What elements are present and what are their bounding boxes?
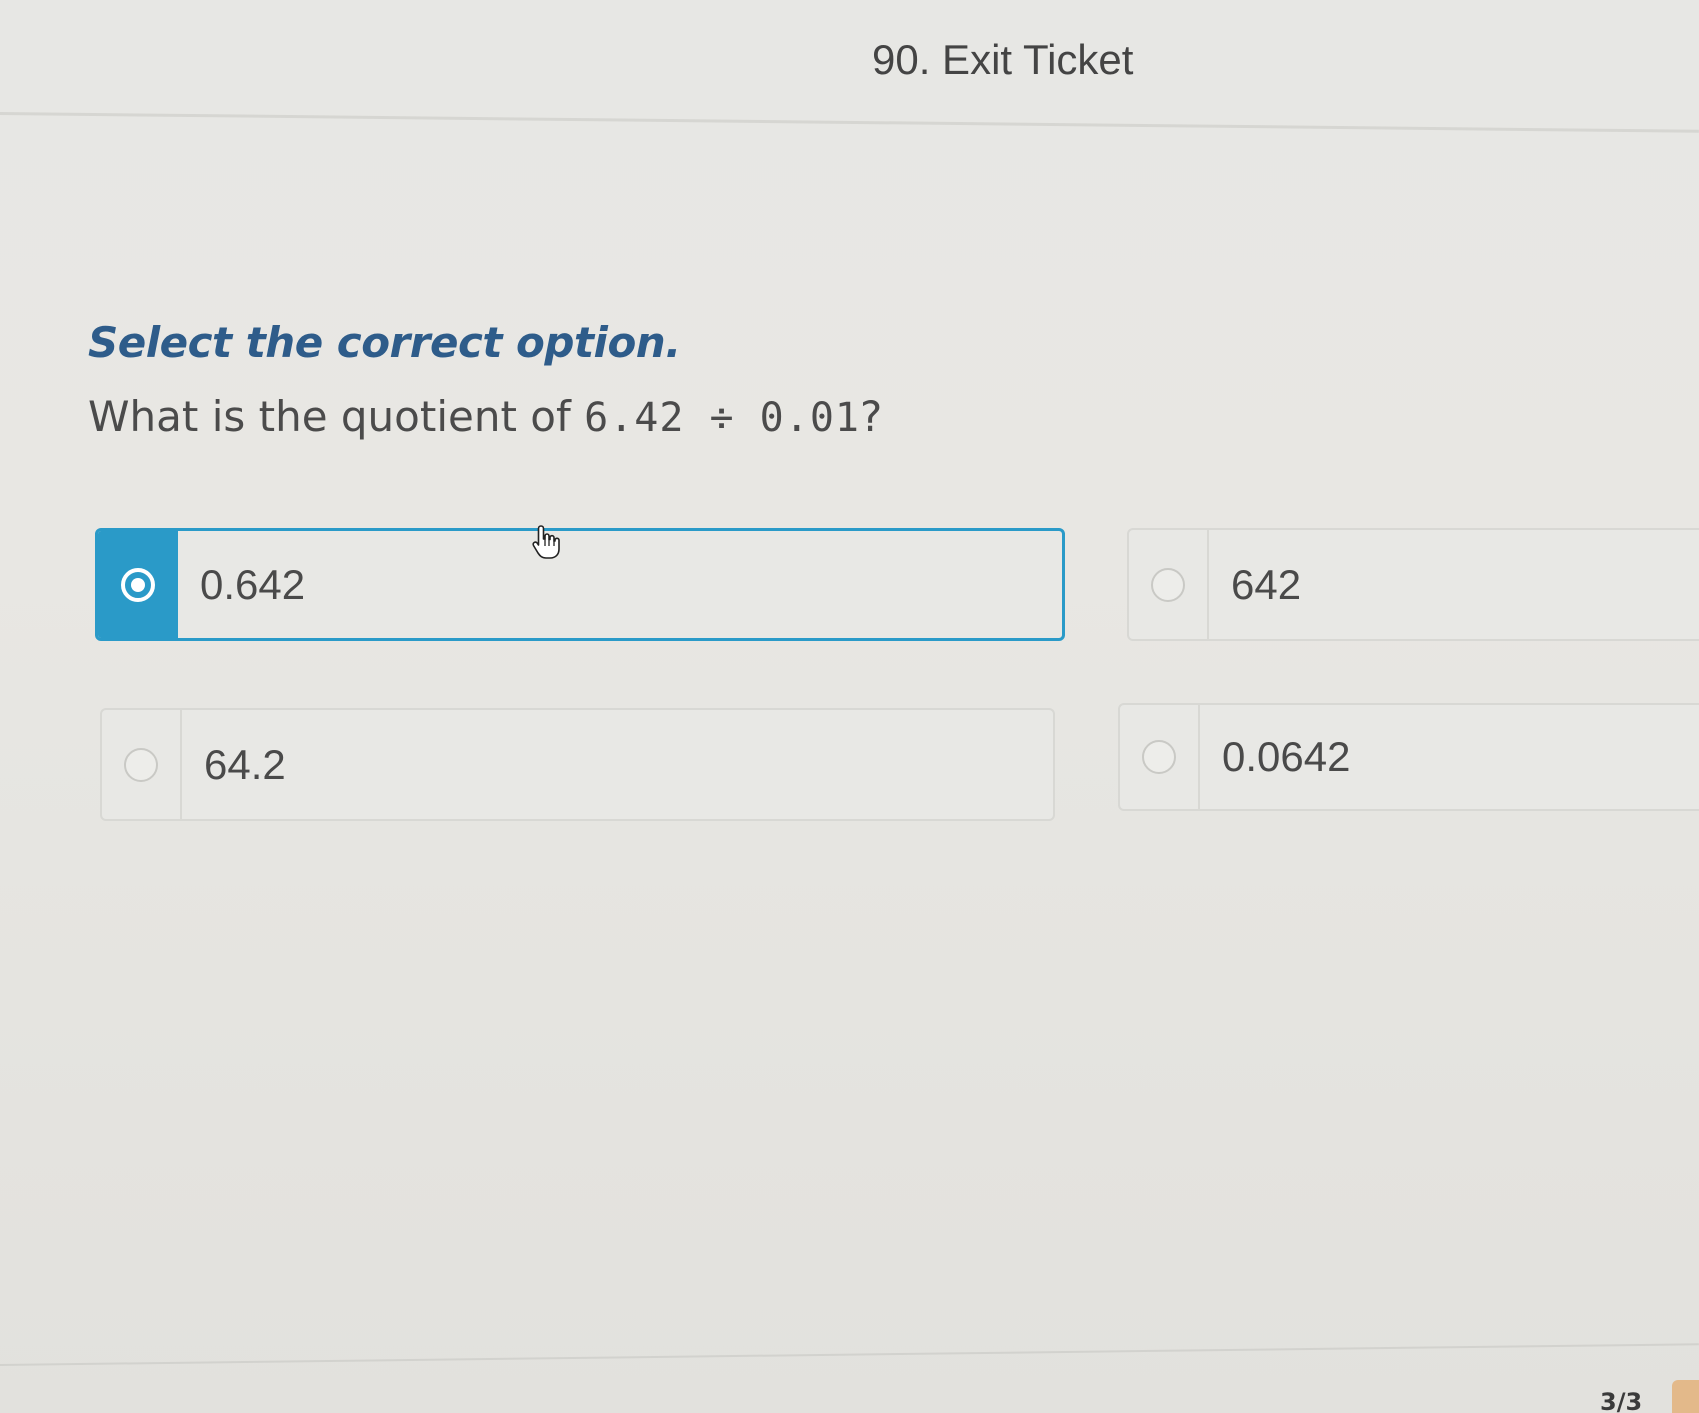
footer-divider [0, 1343, 1699, 1366]
radio-unselected-icon[interactable] [1151, 567, 1185, 602]
radio-selected-icon[interactable] [121, 567, 155, 602]
answer-option-a[interactable]: 0.642 [95, 528, 1065, 641]
radio-unselected-icon[interactable] [1142, 740, 1176, 774]
radio-dot [131, 577, 145, 592]
page-counter: 3/3 [1600, 1388, 1643, 1413]
question-prompt: What is the quotient of 6.42 ÷ 0.01? [88, 392, 882, 441]
radio-cell[interactable] [102, 710, 182, 819]
answer-option-d[interactable]: 0.0642 [1118, 703, 1699, 811]
answer-option-label: 64.2 [204, 740, 286, 788]
question-prompt-prefix: What is the quotient of [88, 392, 585, 441]
hand-pointer-icon [532, 525, 560, 559]
radio-unselected-icon[interactable] [124, 747, 158, 782]
question-expression: 6.42 ÷ 0.01 [584, 395, 861, 441]
radio-cell[interactable] [98, 531, 178, 638]
question-instruction: Select the correct option. [88, 318, 681, 367]
answer-option-label: 642 [1231, 560, 1302, 608]
question-prompt-suffix: ? [860, 392, 883, 441]
answer-option-b[interactable]: 642 [1127, 528, 1699, 641]
corner-badge[interactable] [1672, 1380, 1699, 1413]
answer-option-c[interactable]: 64.2 [100, 708, 1055, 821]
radio-cell[interactable] [1129, 530, 1209, 639]
assessment-screen: 90. Exit Ticket Select the correct optio… [0, 0, 1699, 1413]
page-title: 90. Exit Ticket [872, 36, 1134, 83]
answer-option-label: 0.0642 [1222, 733, 1351, 780]
header-divider [0, 112, 1699, 133]
answer-option-label: 0.642 [200, 560, 306, 608]
radio-cell[interactable] [1120, 705, 1200, 809]
